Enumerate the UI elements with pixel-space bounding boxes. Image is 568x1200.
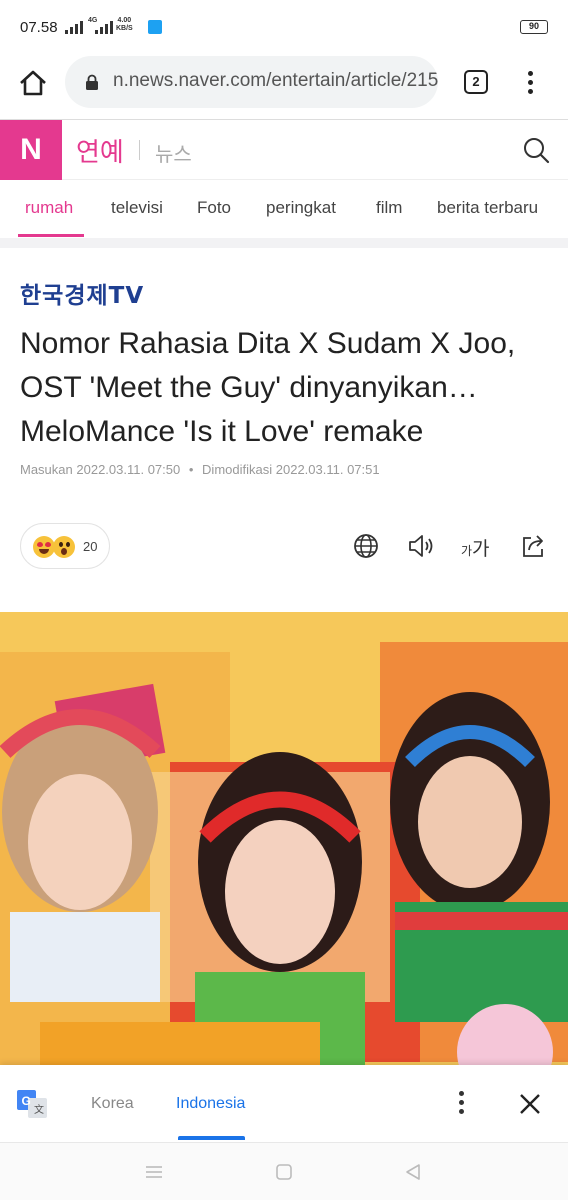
url-text[interactable]: n.news.naver.com/entertain/article/215 [113, 70, 438, 92]
network-speed-unit: KB/S [116, 25, 133, 32]
category-tabs: rumah televisi Foto peringkat film berit… [0, 181, 568, 238]
language-target-tab[interactable]: Indonesia [176, 1095, 245, 1113]
active-language-indicator [178, 1136, 245, 1140]
address-bar[interactable]: n.news.naver.com/entertain/article/215 [65, 56, 438, 108]
font-size-icon[interactable]: 가가 [461, 534, 490, 561]
tab-berita-terbaru[interactable]: berita terbaru [437, 198, 538, 218]
battery-level: 90 [528, 21, 539, 31]
status-bar: 07.58 4G 4.00 KB/S 90 [0, 0, 568, 56]
battery-icon: 90 [520, 20, 548, 34]
speaker-icon[interactable] [407, 532, 435, 560]
reaction-button[interactable]: 20 [20, 523, 110, 569]
google-translate-icon: G 文 [17, 1090, 47, 1118]
article-photo-image [0, 612, 568, 1067]
section-title[interactable]: 연예 [76, 132, 124, 169]
tab-rumah[interactable]: rumah [25, 198, 73, 218]
language-source-tab[interactable]: Korea [91, 1095, 134, 1113]
headline-line: OST 'Meet the Guy' dinyanyikan… [20, 371, 478, 404]
translate-menu-icon[interactable] [451, 1091, 471, 1117]
lock-icon [86, 74, 98, 90]
modified-time: 2022.03.11. 07:51 [275, 462, 380, 477]
headline-line: Nomor Rahasia Dita X Sudam X Joo, [20, 327, 516, 360]
tab-foto[interactable]: Foto [197, 198, 231, 218]
close-icon[interactable] [517, 1091, 543, 1117]
translate-bar: G 文 Korea Indonesia [0, 1065, 568, 1142]
article-photo[interactable] [0, 612, 568, 1067]
section-subtitle[interactable]: 뉴스 [155, 138, 192, 167]
headline-line: MeloMance 'Is it Love' remake [20, 415, 424, 448]
input-time: 2022.03.11. 07:50 [76, 462, 181, 477]
input-label: Masukan [20, 462, 73, 477]
system-nav-bar [0, 1142, 568, 1200]
naver-logo[interactable]: N [0, 120, 62, 180]
status-time: 07.58 [20, 19, 58, 36]
home-icon[interactable] [18, 68, 48, 98]
browser-menu-icon[interactable] [520, 68, 540, 96]
reaction-count: 20 [83, 539, 98, 554]
recent-apps-icon[interactable] [143, 1161, 165, 1183]
home-nav-icon[interactable] [273, 1161, 295, 1183]
modified-label: Dimodifikasi [202, 462, 273, 477]
network-speed-value: 4.00 [117, 17, 132, 24]
browser-toolbar: n.news.naver.com/entertain/article/215 2 [0, 56, 568, 116]
back-icon[interactable] [402, 1161, 424, 1183]
tab-peringkat[interactable]: peringkat [266, 198, 336, 218]
network-type: 4G [88, 17, 98, 24]
share-icon[interactable] [520, 532, 548, 560]
site-header: N 연예 뉴스 [0, 120, 568, 180]
publisher-name[interactable]: 한국경제TV [20, 276, 144, 310]
heart-eyes-emoji-icon [33, 536, 55, 558]
section-gap [0, 238, 568, 248]
globe-icon[interactable] [352, 532, 380, 560]
twitter-icon [148, 20, 162, 34]
svg-text:G: G [22, 1094, 31, 1108]
network-speed: 4.00 KB/S [116, 17, 133, 33]
tab-televisi[interactable]: televisi [111, 198, 163, 218]
tab-film[interactable]: film [376, 198, 402, 218]
article-meta: Masukan 2022.03.11. 07:50 • Dimodifikasi… [20, 462, 380, 477]
tab-switcher-button[interactable]: 2 [464, 70, 488, 94]
article-headline: Nomor Rahasia Dita X Sudam X Joo, OST 'M… [20, 322, 550, 454]
divider [139, 140, 140, 160]
surprised-emoji-icon [53, 536, 75, 558]
search-icon[interactable] [520, 134, 552, 166]
active-tab-indicator [18, 234, 84, 237]
svg-text:文: 文 [34, 1103, 44, 1116]
